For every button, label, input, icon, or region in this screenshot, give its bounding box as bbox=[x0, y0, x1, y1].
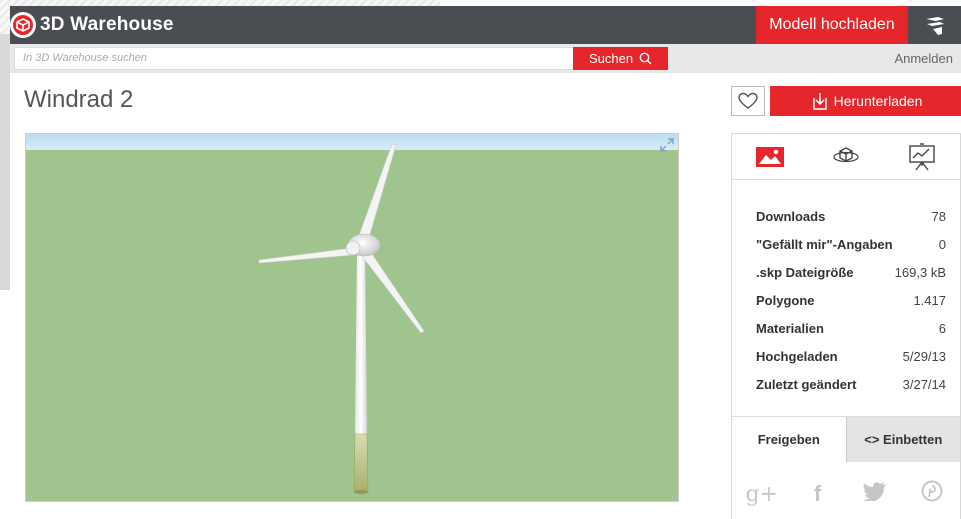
tab-presentation[interactable] bbox=[884, 134, 960, 179]
stat-value: 169,3 kB bbox=[894, 264, 946, 280]
stat-row: Downloads 78 bbox=[756, 202, 946, 230]
stat-value: 0 bbox=[938, 236, 946, 252]
tab-share[interactable]: Freigeben bbox=[732, 417, 846, 462]
stat-label: Materialien bbox=[756, 320, 824, 336]
sky bbox=[26, 134, 678, 150]
page: 3D Warehouse Modell hochladen In 3D Ware… bbox=[10, 6, 961, 519]
stat-row: "Gefällt mir"-Angaben 0 bbox=[756, 230, 946, 258]
social-share-row: g+ f bbox=[732, 474, 960, 514]
google-plus-icon[interactable]: g+ bbox=[746, 482, 779, 507]
stat-value: 6 bbox=[938, 320, 946, 336]
brand-logo[interactable]: 3D Warehouse bbox=[10, 12, 174, 38]
model-viewer[interactable] bbox=[25, 133, 679, 502]
search-icon bbox=[639, 52, 652, 65]
stat-row: Hochgeladen 5/29/13 bbox=[756, 342, 946, 370]
stat-label: Zuletzt geändert bbox=[756, 376, 857, 392]
stat-value: 5/29/13 bbox=[902, 348, 946, 364]
warehouse-logo-icon bbox=[10, 12, 36, 38]
stat-row: Materialien 6 bbox=[756, 314, 946, 342]
download-icon bbox=[812, 93, 827, 110]
stat-row: .skp Dateigröße 169,3 kB bbox=[756, 258, 946, 286]
stat-label: "Gefällt mir"-Angaben bbox=[756, 236, 893, 252]
ground bbox=[26, 150, 678, 501]
upload-model-button[interactable]: Modell hochladen bbox=[756, 6, 908, 44]
download-button[interactable]: Herunterladen bbox=[770, 86, 961, 116]
tab-3d-view[interactable] bbox=[808, 134, 884, 179]
stat-label: Hochgeladen bbox=[756, 348, 838, 364]
view-tabs bbox=[732, 134, 960, 180]
3d-rotate-icon bbox=[833, 146, 859, 162]
image-icon bbox=[756, 146, 784, 167]
search-button[interactable]: Suchen bbox=[573, 47, 668, 70]
twitter-icon[interactable] bbox=[860, 481, 890, 507]
top-navigation-bar: 3D Warehouse Modell hochladen bbox=[10, 6, 961, 44]
download-label: Herunterladen bbox=[833, 93, 923, 109]
model-stats: Downloads 78 "Gefällt mir"-Angaben 0 .sk… bbox=[732, 180, 960, 398]
stat-label: Downloads bbox=[756, 208, 826, 224]
search-input[interactable]: In 3D Warehouse suchen bbox=[14, 47, 574, 70]
heart-icon bbox=[738, 92, 758, 109]
share-tabs: Freigeben <> Einbetten bbox=[732, 416, 960, 462]
tab-image[interactable] bbox=[732, 134, 808, 179]
stat-label: Polygone bbox=[756, 292, 815, 308]
stat-value: 3/27/14 bbox=[902, 376, 946, 392]
fullscreen-icon[interactable] bbox=[660, 138, 674, 152]
brand-name: 3D Warehouse bbox=[40, 14, 174, 35]
stat-row: Polygone 1.417 bbox=[756, 286, 946, 314]
menu-icon[interactable] bbox=[920, 10, 950, 40]
stat-value: 1.417 bbox=[913, 292, 946, 308]
stat-label: .skp Dateigröße bbox=[756, 264, 854, 280]
stat-value: 78 bbox=[931, 208, 946, 224]
search-button-label: Suchen bbox=[588, 51, 634, 66]
search-bar: In 3D Warehouse suchen Suchen Anmelden bbox=[10, 44, 961, 73]
tab-embed[interactable]: <> Einbetten bbox=[845, 417, 960, 462]
model-info-panel: Downloads 78 "Gefällt mir"-Angaben 0 .sk… bbox=[731, 133, 961, 519]
pinterest-icon[interactable] bbox=[917, 480, 947, 508]
signin-link[interactable]: Anmelden bbox=[894, 51, 953, 66]
facebook-icon[interactable]: f bbox=[803, 481, 833, 507]
stat-row: Zuletzt geändert 3/27/14 bbox=[756, 370, 946, 398]
turbine-tower bbox=[355, 251, 367, 434]
presentation-icon bbox=[909, 142, 935, 170]
turbine-base bbox=[353, 433, 369, 493]
page-title: Windrad 2 bbox=[24, 86, 134, 113]
favorite-button[interactable] bbox=[731, 86, 765, 116]
turbine-hub bbox=[345, 240, 361, 256]
